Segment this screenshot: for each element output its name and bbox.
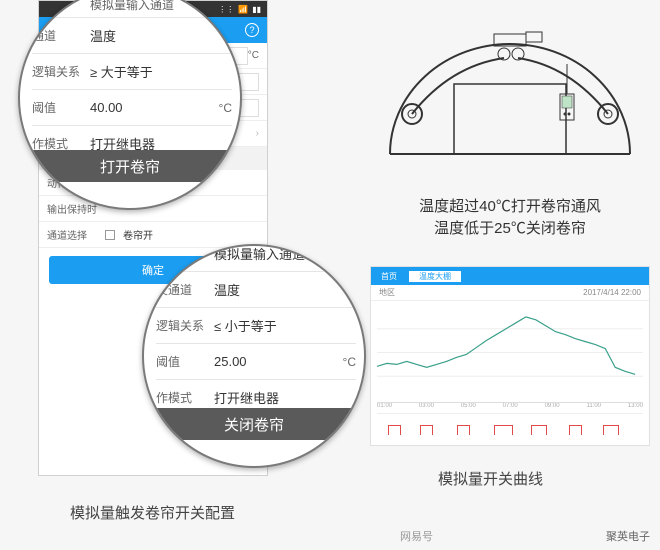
mode-select[interactable]: 打开继电器 bbox=[214, 388, 356, 407]
magnifier-close-curtain: 类型模拟量输入通道 发通道温度 逻辑关系≤ 小于等于 阈值25.00 °C 作模式… bbox=[142, 244, 366, 468]
chart-region: 地区 bbox=[379, 287, 395, 298]
label: 类型 bbox=[156, 245, 214, 262]
chevron-right-icon: › bbox=[256, 128, 259, 139]
label: 通道选择 bbox=[47, 227, 105, 242]
signal-icon: 📶 bbox=[238, 5, 248, 14]
tab-greenhouse[interactable]: 温度大棚 bbox=[409, 271, 461, 282]
label: 发通道 bbox=[156, 281, 214, 298]
label: 逻辑关系 bbox=[156, 317, 214, 334]
logic-select[interactable]: ≥ 大于等于 bbox=[90, 62, 232, 81]
label: 逻辑关系 bbox=[32, 63, 90, 80]
caption-line2: 温度低于25℃关闭卷帘 bbox=[370, 218, 650, 240]
checkbox[interactable] bbox=[105, 230, 115, 240]
logic-select[interactable]: ≤ 小于等于 bbox=[214, 316, 356, 335]
greenhouse-caption: 温度超过40℃打开卷帘通风 温度低于25℃关闭卷帘 bbox=[370, 196, 650, 240]
close-curtain-banner: 关闭卷帘 bbox=[144, 408, 364, 440]
threshold-input[interactable]: 25.00 bbox=[214, 354, 335, 369]
checkbox-label: 卷帘开 bbox=[123, 227, 153, 242]
open-curtain-banner: 打开卷帘 bbox=[20, 150, 240, 182]
channel-select[interactable]: 温度 bbox=[90, 26, 232, 45]
channel-select[interactable]: 温度 bbox=[214, 280, 356, 299]
checkbox-group: 卷帘开 bbox=[105, 227, 259, 242]
unit: °C bbox=[343, 355, 356, 369]
label: 阈值 bbox=[32, 99, 90, 116]
type-select[interactable]: 模拟量输入通道 bbox=[214, 244, 356, 263]
relay-pulse-strip bbox=[377, 413, 643, 437]
chart-datetime: 2017/4/14 22:00 bbox=[583, 288, 641, 297]
mag1-header: 模拟量输入通道 bbox=[32, 0, 232, 18]
tick: 01:00 bbox=[377, 403, 392, 409]
tick: 05:00 bbox=[461, 403, 476, 409]
label: 通道 bbox=[32, 27, 90, 44]
magnifier-open-curtain: 模拟量输入通道 通道温度 逻辑关系≥ 大于等于 阈值40.00°C 作模式打开继… bbox=[18, 0, 242, 210]
tick: 09:00 bbox=[545, 403, 560, 409]
battery-icon: ▮▮ bbox=[252, 5, 261, 14]
chart-x-axis: 01:00 03:00 05:00 07:00 09:00 11:00 13:0… bbox=[371, 403, 649, 409]
chart-subheader: 地区 2017/4/14 22:00 bbox=[371, 285, 649, 301]
chart-header: 首页 温度大棚 bbox=[371, 267, 649, 285]
help-icon[interactable]: ? bbox=[245, 23, 259, 37]
threshold-input[interactable]: 40.00 bbox=[90, 100, 211, 115]
tab-home[interactable]: 首页 bbox=[371, 271, 407, 282]
footer-brand: 聚英电子 bbox=[606, 528, 650, 544]
unit: °C bbox=[248, 50, 259, 61]
caption-line1: 温度超过40℃打开卷帘通风 bbox=[370, 196, 650, 218]
footer-source: 网易号 bbox=[400, 528, 433, 544]
unit: °C bbox=[219, 101, 232, 115]
caption-left: 模拟量触发卷帘开关配置 bbox=[70, 502, 235, 523]
caption-right: 模拟量开关曲线 bbox=[438, 468, 543, 489]
tick: 07:00 bbox=[503, 403, 518, 409]
chart-panel: 首页 温度大棚 地区 2017/4/14 22:00 01:00 03:00 0… bbox=[370, 266, 650, 446]
greenhouse-diagram bbox=[370, 14, 650, 174]
chart-body bbox=[377, 305, 643, 403]
row-channel-select: 通道选择 卷帘开 bbox=[39, 222, 267, 248]
tick: 13:00 bbox=[628, 403, 643, 409]
label: 阈值 bbox=[156, 353, 214, 370]
label: 作模式 bbox=[156, 389, 214, 406]
tick: 03:00 bbox=[419, 403, 434, 409]
tick: 11:00 bbox=[586, 403, 601, 409]
